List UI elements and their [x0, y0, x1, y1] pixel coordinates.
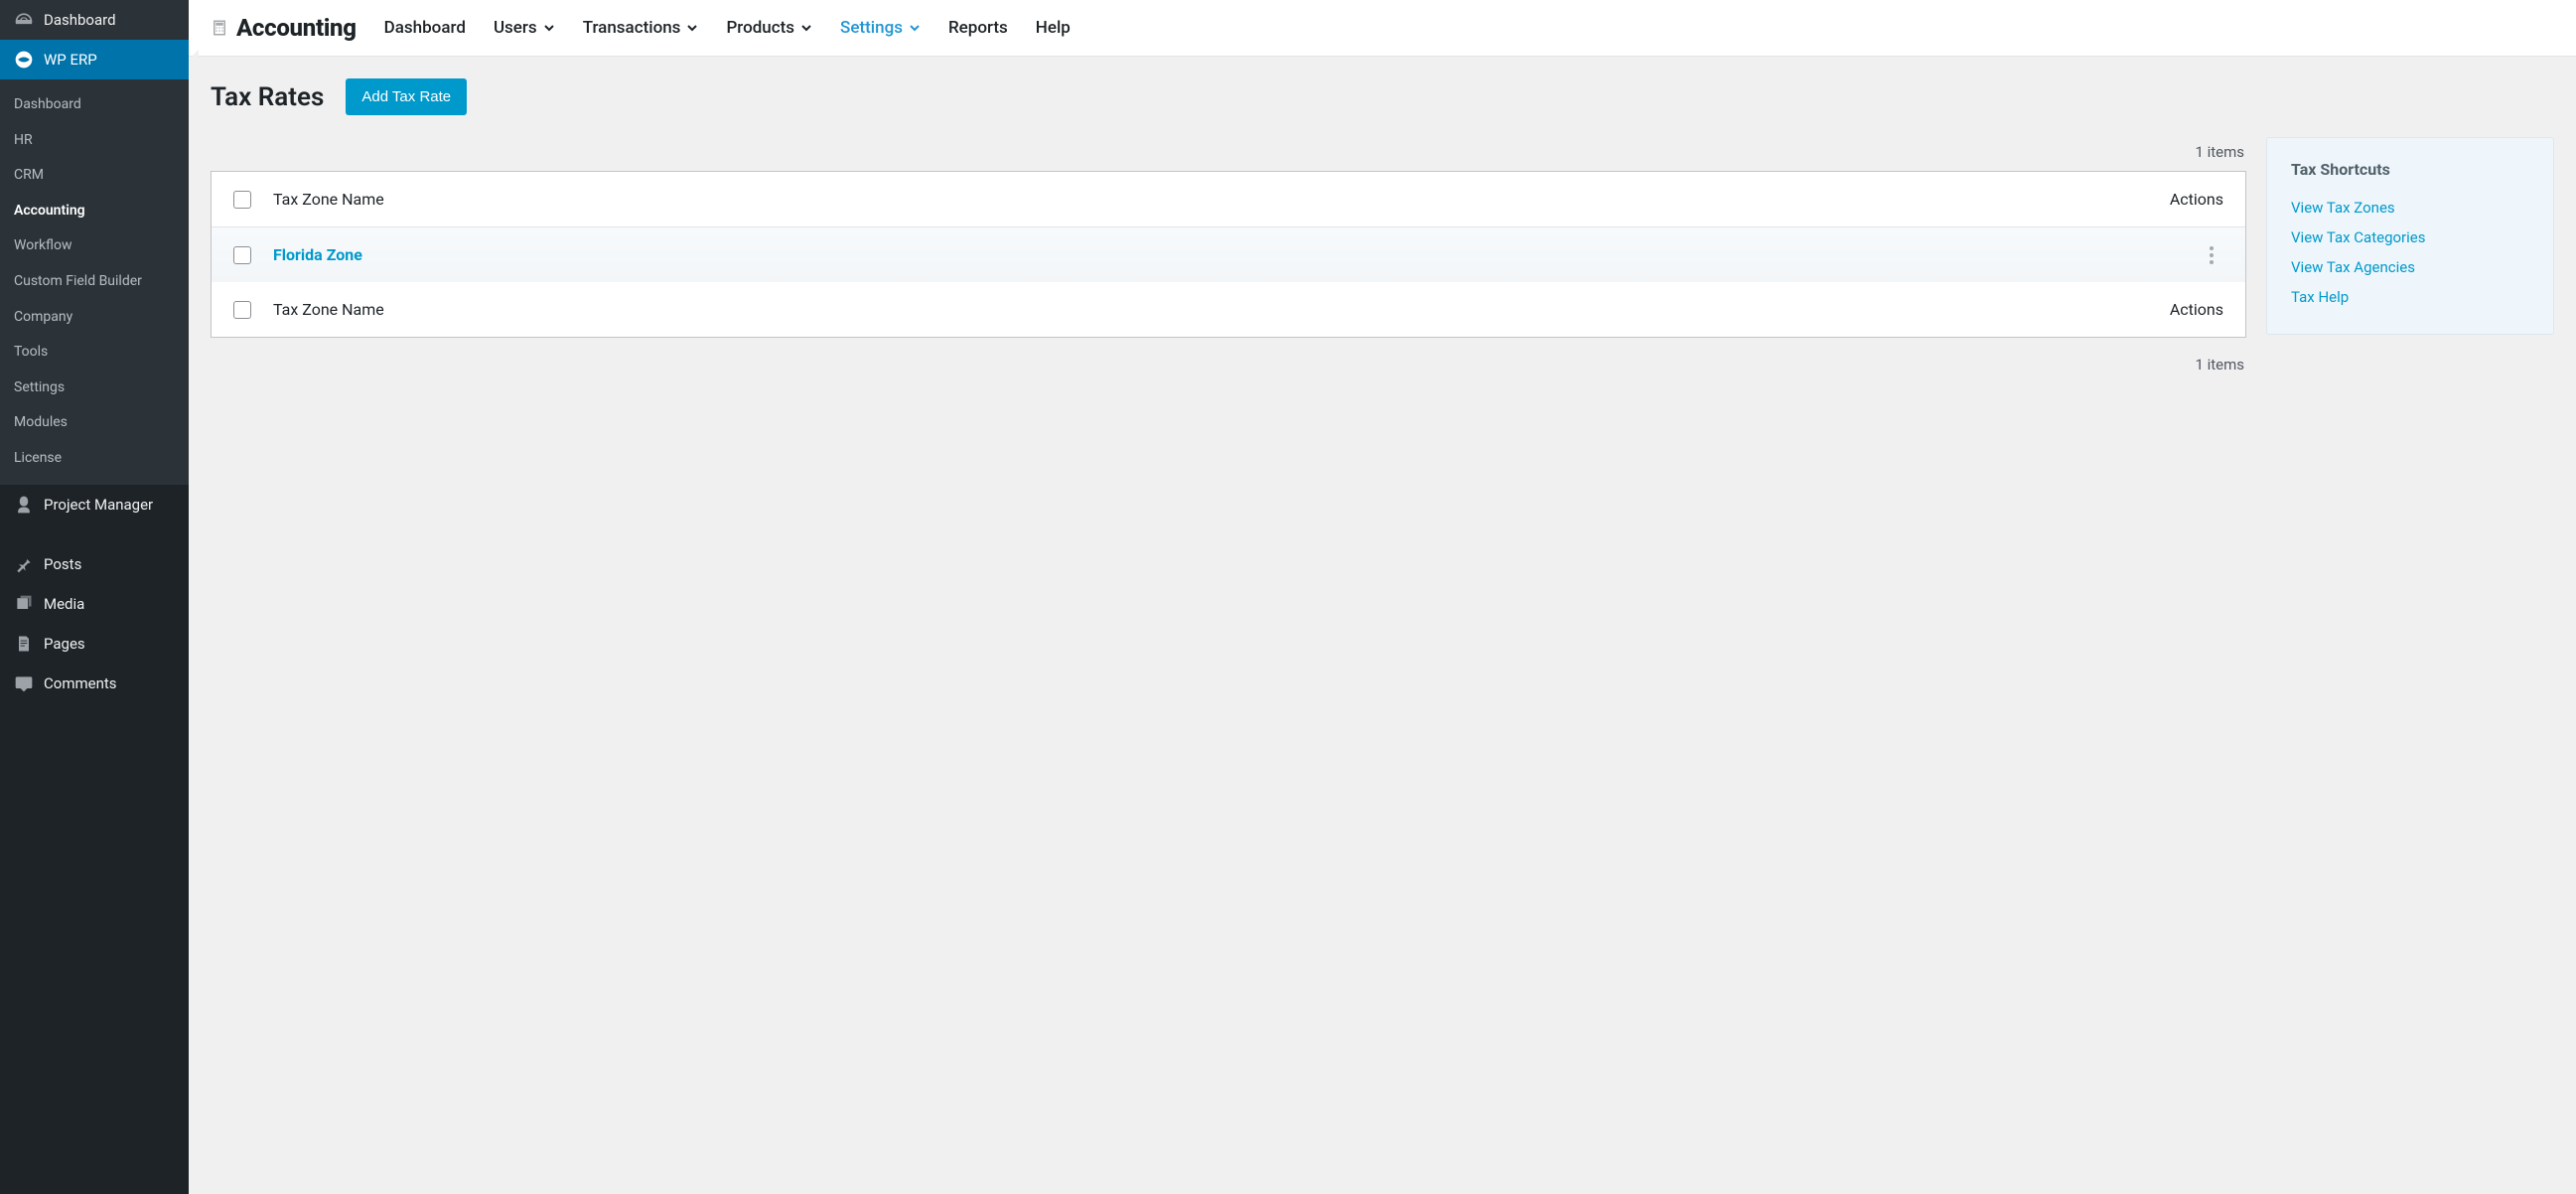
top-nav: Accounting Dashboard Users Transactions Pro… — [189, 0, 2576, 57]
erp-icon — [14, 50, 34, 70]
nav-item[interactable]: Transactions — [583, 18, 699, 38]
row-actions-menu[interactable] — [2200, 246, 2223, 264]
row-checkbox[interactable] — [233, 246, 251, 264]
column-footer-actions: Actions — [2170, 300, 2223, 319]
add-tax-rate-button[interactable]: Add Tax Rate — [346, 78, 467, 115]
shortcut-link[interactable]: View Tax Agencies — [2291, 252, 2529, 282]
nav-item[interactable]: Settings — [840, 18, 921, 38]
sidebar-sub-item[interactable]: Company — [0, 300, 189, 336]
label: Comments — [44, 674, 117, 692]
media-icon — [14, 594, 34, 614]
sidebar-sub-item[interactable]: HR — [0, 123, 189, 159]
sidebar-item-posts[interactable]: Posts — [0, 544, 189, 584]
nav-item-label: Products — [726, 18, 794, 38]
chevron-down-icon — [800, 22, 812, 34]
nav-item[interactable]: Reports — [948, 18, 1008, 38]
label: Project Manager — [44, 496, 153, 514]
nav-item[interactable]: Users — [494, 18, 555, 38]
sidebar-item-dashboard[interactable]: Dashboard — [0, 0, 189, 40]
brand: Accounting — [211, 14, 357, 42]
sidebar-item-wp-erp[interactable]: WP ERP — [0, 40, 189, 79]
tax-shortcuts-panel: Tax Shortcuts View Tax ZonesView Tax Cat… — [2266, 137, 2554, 335]
nav-item[interactable]: Products — [726, 18, 812, 38]
pages-icon — [14, 634, 34, 654]
page-title: Tax Rates — [211, 82, 324, 112]
label: Posts — [44, 555, 81, 573]
sidebar-item-pages[interactable]: Pages — [0, 624, 189, 664]
page-content: Tax Rates Add Tax Rate 1 items Tax Zone … — [189, 57, 2576, 423]
shortcuts-title: Tax Shortcuts — [2291, 160, 2529, 179]
shortcut-link[interactable]: View Tax Categories — [2291, 223, 2529, 252]
sidebar-sub-item[interactable]: License — [0, 441, 189, 477]
kebab-icon — [2210, 246, 2214, 264]
item-count-top: 1 items — [211, 137, 2246, 171]
page-header: Tax Rates Add Tax Rate — [211, 78, 2554, 115]
tax-zone-name-link[interactable]: Florida Zone — [273, 245, 2200, 264]
tax-rates-table-wrap: 1 items Tax Zone Name Actions Florida Zo… — [211, 137, 2246, 383]
sidebar-sub-item[interactable]: Dashboard — [0, 87, 189, 123]
label: WP ERP — [44, 51, 97, 69]
sidebar-item-comments[interactable]: Comments — [0, 664, 189, 703]
nav-item[interactable]: Dashboard — [384, 18, 466, 38]
sidebar-sub-item[interactable]: Custom Field Builder — [0, 264, 189, 300]
nav-item-label: Dashboard — [384, 18, 466, 38]
brand-label: Accounting — [236, 14, 357, 42]
sidebar-sub-item[interactable]: Workflow — [0, 228, 189, 264]
nav-item-label: Settings — [840, 18, 903, 38]
nav-item-label: Users — [494, 18, 537, 38]
chevron-down-icon — [543, 22, 555, 34]
column-footer-name[interactable]: Tax Zone Name — [273, 300, 2170, 319]
sidebar-sub-item[interactable]: Accounting — [0, 194, 189, 229]
label: Dashboard — [44, 11, 116, 29]
main-area: Accounting Dashboard Users Transactions Pro… — [189, 0, 2576, 1194]
chevron-down-icon — [686, 22, 698, 34]
nav-item-label: Help — [1036, 18, 1071, 38]
sidebar-item-project-manager[interactable]: Project Manager — [0, 485, 189, 524]
wp-admin-sidebar: Dashboard WP ERP DashboardHRCRMAccountin… — [0, 0, 189, 1194]
sidebar-sub-item[interactable]: Modules — [0, 405, 189, 441]
column-header-name[interactable]: Tax Zone Name — [273, 190, 2170, 209]
sidebar-submenu: DashboardHRCRMAccountingWorkflowCustom F… — [0, 79, 189, 485]
sidebar-sub-item[interactable]: Tools — [0, 335, 189, 371]
nav-item[interactable]: Help — [1036, 18, 1071, 38]
accounting-icon — [211, 19, 228, 37]
nav-item-label: Reports — [948, 18, 1008, 38]
pin-icon — [14, 554, 34, 574]
column-header-actions: Actions — [2170, 190, 2223, 209]
comments-icon — [14, 673, 34, 693]
label: Media — [44, 595, 84, 613]
chevron-down-icon — [909, 22, 921, 34]
sidebar-item-media[interactable]: Media — [0, 584, 189, 624]
table-row: Florida Zone — [212, 227, 2245, 282]
select-all-checkbox-footer[interactable] — [233, 301, 251, 319]
label: Pages — [44, 635, 85, 653]
project-icon — [14, 495, 34, 515]
table-header-row: Tax Zone Name Actions — [212, 172, 2245, 227]
gauge-icon — [14, 10, 34, 30]
table-footer-row: Tax Zone Name Actions — [212, 282, 2245, 337]
select-all-checkbox[interactable] — [233, 191, 251, 209]
nav-item-label: Transactions — [583, 18, 681, 38]
sidebar-sub-item[interactable]: CRM — [0, 158, 189, 194]
tax-rates-table: Tax Zone Name Actions Florida Zone Tax Z… — [211, 171, 2246, 338]
item-count-bottom: 1 items — [211, 338, 2246, 383]
shortcut-link[interactable]: Tax Help — [2291, 282, 2529, 312]
sidebar-sub-item[interactable]: Settings — [0, 371, 189, 406]
shortcut-link[interactable]: View Tax Zones — [2291, 193, 2529, 223]
